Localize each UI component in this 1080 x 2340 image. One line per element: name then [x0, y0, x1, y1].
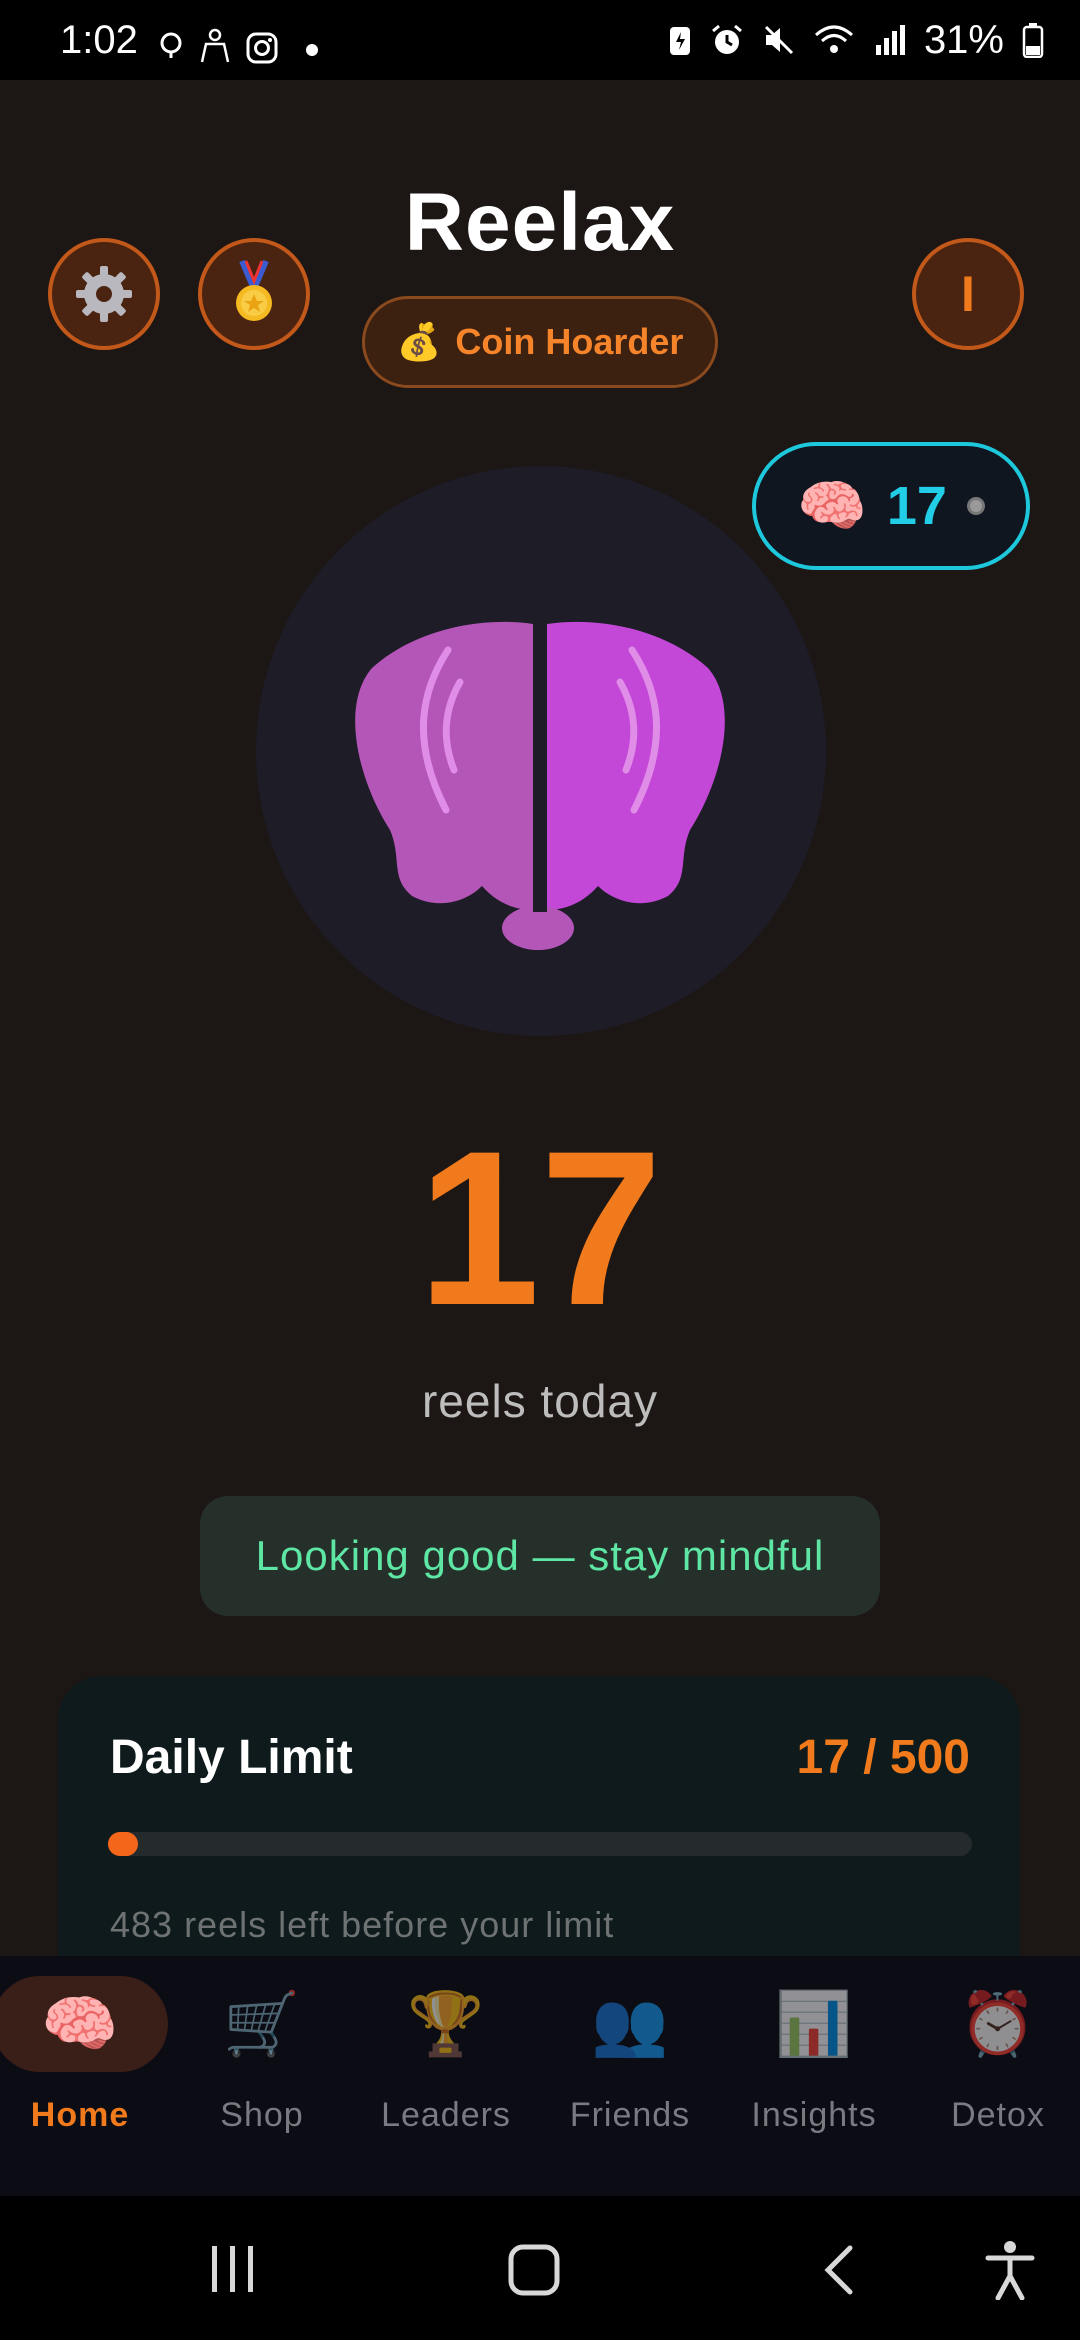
- home-button[interactable]: [508, 2244, 560, 2296]
- nav-leaders-label: Leaders: [381, 2096, 511, 2134]
- instagram-icon: [246, 32, 278, 64]
- friends-icon: 👥: [591, 1989, 669, 2059]
- shopping-cart-icon: 🛒: [223, 1989, 301, 2059]
- nav-detox-label: Detox: [951, 2096, 1045, 2134]
- status-time: 1:02: [60, 18, 138, 62]
- wifi-icon: [814, 25, 853, 53]
- profile-initial: I: [961, 266, 975, 322]
- brain-counter-value: 17: [886, 476, 947, 536]
- signal-icon: [875, 25, 905, 55]
- brain-icon: 🧠: [797, 474, 867, 537]
- daily-limit-note: 483 reels left before your limit: [110, 1904, 615, 1945]
- nav-detox[interactable]: ⏰ Detox: [908, 1976, 1080, 2156]
- reel-count: 17: [417, 1105, 663, 1351]
- gear-icon: [76, 266, 132, 322]
- trophy-icon: 🏆: [407, 1989, 485, 2059]
- battery-icon: [1022, 23, 1044, 58]
- nav-shop[interactable]: 🛒 Shop: [172, 1976, 352, 2156]
- daily-limit-value: 17 / 500: [796, 1731, 970, 1784]
- nav-insights-label: Insights: [751, 2096, 877, 2134]
- profile-button[interactable]: I: [912, 238, 1024, 350]
- live-indicator-icon: [966, 497, 985, 515]
- back-button[interactable]: [818, 2244, 858, 2296]
- accessibility-icon[interactable]: [984, 2240, 1036, 2300]
- nav-insights[interactable]: 📊 Insights: [724, 1976, 904, 2156]
- daily-limit-title: Daily Limit: [110, 1731, 353, 1784]
- more-notifications-dot-icon: [306, 44, 318, 56]
- title-badge-label: Coin Hoarder: [455, 321, 684, 362]
- nav-friends-label: Friends: [569, 2096, 691, 2134]
- mute-icon: [764, 25, 793, 55]
- money-bag-icon: 💰: [396, 321, 442, 362]
- notification-figure-icon: [200, 28, 230, 63]
- title-badge[interactable]: 💰 Coin Hoarder: [362, 296, 718, 388]
- alarm-icon: [711, 24, 742, 54]
- nav-home[interactable]: 🧠 Home: [0, 1976, 170, 2156]
- status-message: Looking good — stay mindful: [200, 1496, 880, 1616]
- recent-apps-button[interactable]: [208, 2244, 258, 2294]
- daily-limit-progress-track: [108, 1832, 972, 1856]
- daily-limit-progress-fill: [108, 1832, 138, 1856]
- app-title: Reelax: [404, 177, 676, 268]
- brain-illustration: [355, 620, 725, 950]
- notification-app-icon: [160, 32, 182, 58]
- nav-shop-label: Shop: [220, 2096, 304, 2134]
- status-right-group: 31%: [668, 18, 1044, 62]
- nav-home-label: Home: [30, 2096, 130, 2134]
- reel-count-label: reels today: [421, 1375, 658, 1427]
- nav-leaders[interactable]: 🏆 Leaders: [356, 1976, 536, 2156]
- battery-percent: 31%: [923, 17, 1004, 62]
- brain-counter-pill[interactable]: 🧠 17: [752, 442, 1030, 570]
- battery-saver-icon: [669, 27, 690, 55]
- bar-chart-icon: 📊: [775, 1989, 853, 2059]
- alarm-clock-icon: ⏰: [959, 1989, 1037, 2059]
- brain-icon: 🧠: [0, 1976, 168, 2072]
- nav-friends[interactable]: 👥 Friends: [540, 1976, 720, 2156]
